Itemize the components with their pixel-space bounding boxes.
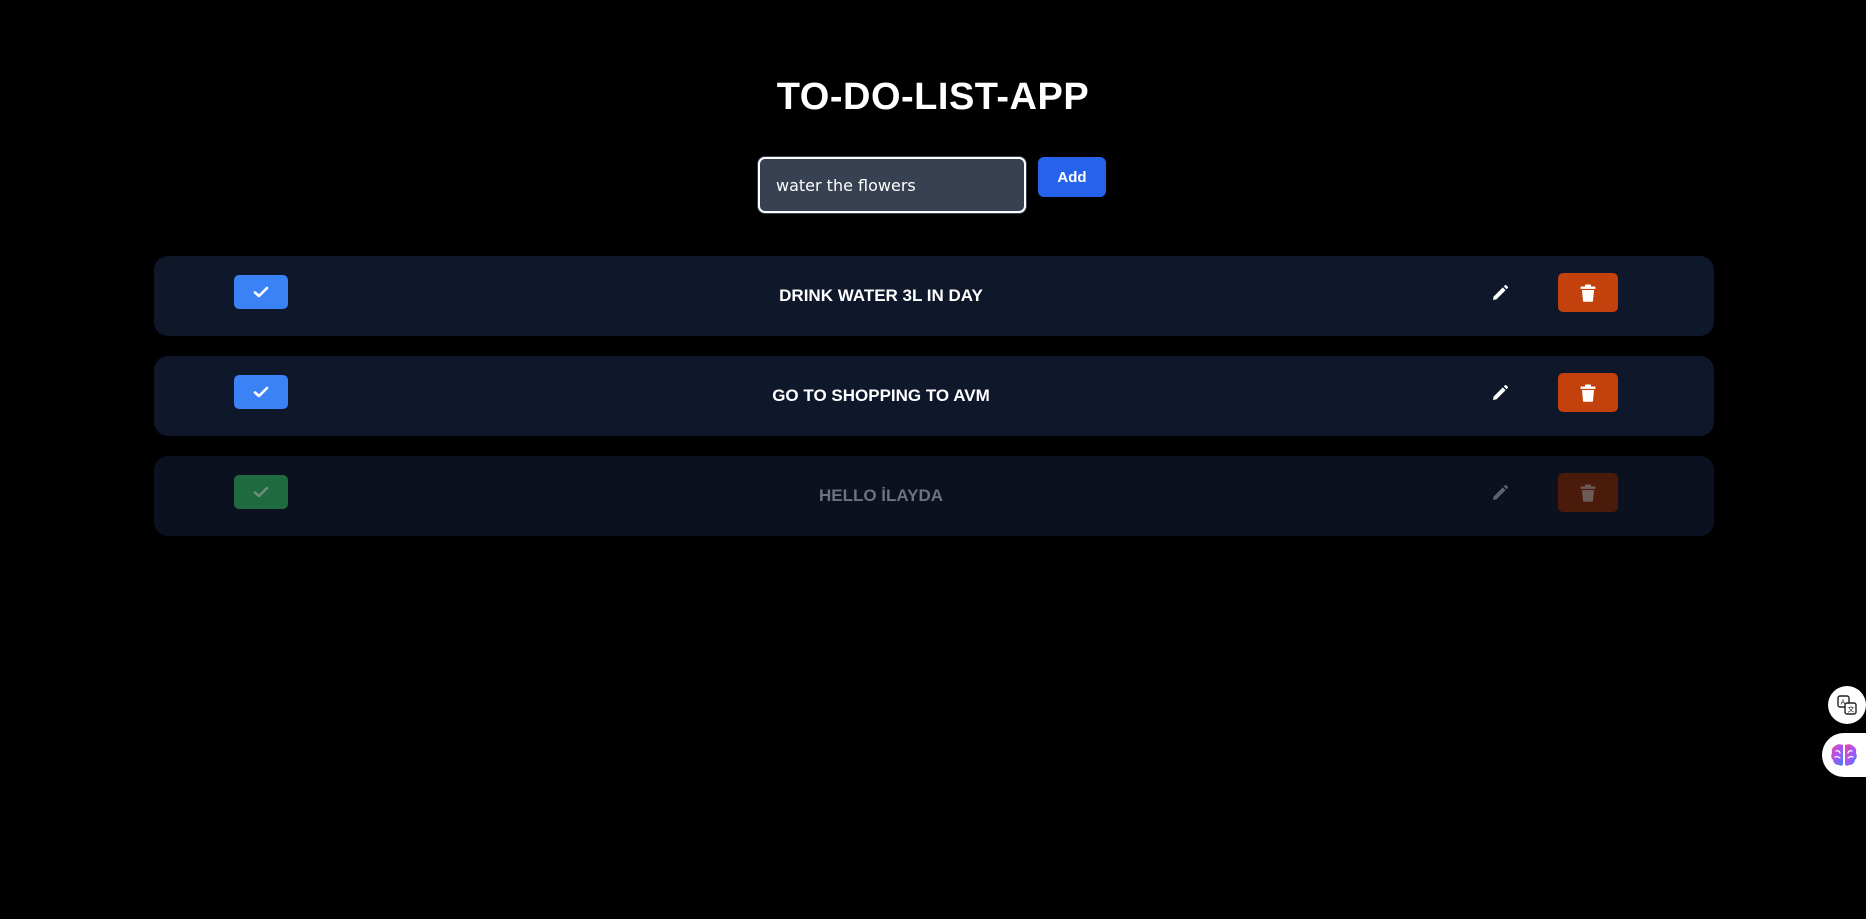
trash-icon xyxy=(1580,284,1596,302)
pencil-icon xyxy=(1493,484,1509,500)
todo-text: DRINK WATER 3L IN DAY xyxy=(779,286,983,305)
todo-text: HELLO İLAYDA xyxy=(818,486,944,505)
delete-button[interactable] xyxy=(1558,273,1618,312)
translate-icon: A 文 xyxy=(1837,695,1857,715)
todo-item-completed: HELLO İLAYDA xyxy=(154,456,1714,536)
pencil-icon xyxy=(1493,284,1509,300)
brain-icon xyxy=(1831,744,1857,766)
delete-button[interactable] xyxy=(1558,473,1618,512)
translate-widget[interactable]: A 文 xyxy=(1828,686,1866,724)
pencil-icon xyxy=(1493,384,1509,400)
trash-icon xyxy=(1580,384,1596,402)
todo-item: DRINK WATER 3L IN DAY xyxy=(154,256,1714,336)
trash-icon xyxy=(1580,484,1596,502)
edit-button[interactable] xyxy=(1486,479,1514,507)
edit-button[interactable] xyxy=(1486,279,1514,307)
svg-text:A: A xyxy=(1841,699,1846,707)
delete-button[interactable] xyxy=(1558,373,1618,412)
add-todo-form: Add xyxy=(758,157,1106,213)
page: TO-DO-LIST-APP Add DRINK WATER 3L IN DAY xyxy=(0,0,1866,919)
page-title: TO-DO-LIST-APP xyxy=(776,76,1090,118)
todo-text: GO TO SHOPPING TO AVM xyxy=(772,386,990,405)
svg-text:文: 文 xyxy=(1848,705,1855,714)
todo-input[interactable] xyxy=(758,157,1026,213)
todo-list: DRINK WATER 3L IN DAY GO TO SHOPPING TO … xyxy=(154,256,1714,556)
add-button[interactable]: Add xyxy=(1038,157,1106,197)
assistant-widget[interactable] xyxy=(1822,733,1866,777)
edit-button[interactable] xyxy=(1486,379,1514,407)
todo-item: GO TO SHOPPING TO AVM xyxy=(154,356,1714,436)
